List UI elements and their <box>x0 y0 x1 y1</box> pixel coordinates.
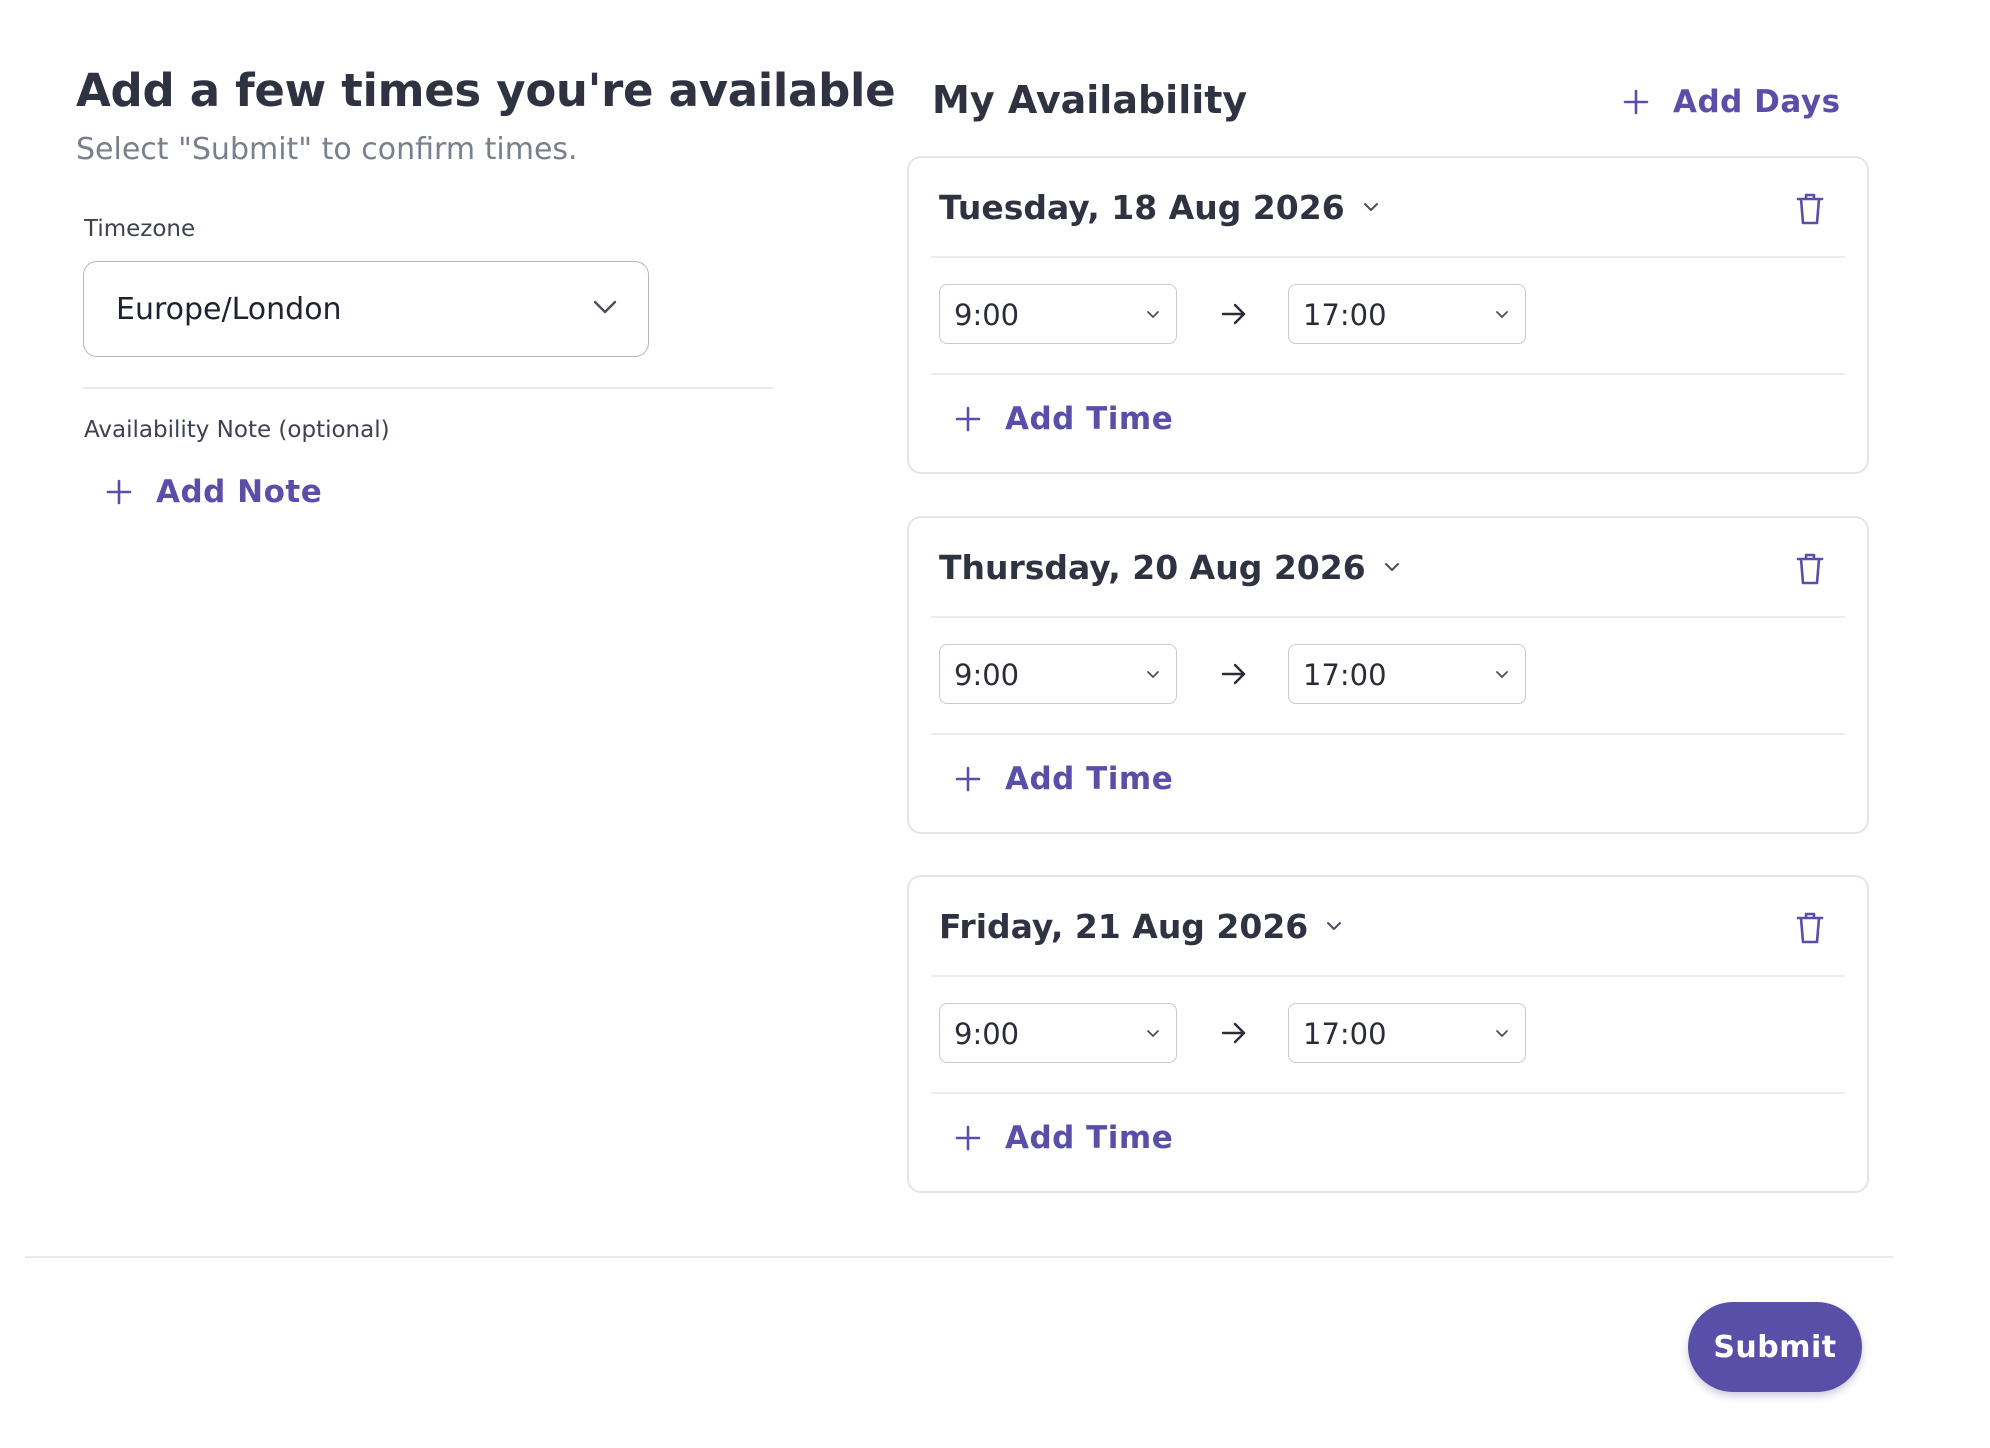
day-card: Tuesday, 18 Aug 2026 9:00 17:00 Add Time <box>907 156 1869 474</box>
chevron-down-icon <box>1327 922 1342 930</box>
add-days-label: Add Days <box>1673 84 1841 120</box>
add-time-label: Add Time <box>1005 1120 1174 1156</box>
plus-icon <box>955 406 981 432</box>
add-note-button[interactable]: Add Note <box>106 474 322 510</box>
arrow-right-icon <box>1221 303 1246 325</box>
add-time-label: Add Time <box>1005 401 1174 437</box>
chevron-down-icon <box>593 300 617 314</box>
chevron-down-icon <box>1147 1030 1159 1037</box>
timezone-value: Europe/London <box>116 292 342 327</box>
card-divider <box>931 1092 1845 1094</box>
card-divider <box>931 975 1845 977</box>
timezone-select[interactable]: Europe/London <box>83 261 649 357</box>
availability-note-label: Availability Note (optional) <box>84 417 390 443</box>
day-card: Thursday, 20 Aug 2026 9:00 17:00 Add Tim… <box>907 516 1869 834</box>
add-time-label: Add Time <box>1005 761 1174 797</box>
chevron-down-icon <box>1363 203 1378 211</box>
timezone-label: Timezone <box>84 216 196 242</box>
chevron-down-icon <box>1147 671 1159 678</box>
trash-icon[interactable] <box>1795 552 1825 586</box>
card-divider <box>931 733 1845 735</box>
day-date: Friday, 21 Aug 2026 <box>939 907 1309 946</box>
chevron-down-icon <box>1496 671 1508 678</box>
plus-icon <box>1623 89 1649 115</box>
submit-button[interactable]: Submit <box>1688 1302 1862 1392</box>
card-divider <box>931 616 1845 618</box>
end-time-value: 17:00 <box>1303 298 1387 332</box>
day-date-dropdown[interactable]: Friday, 21 Aug 2026 <box>939 907 1342 946</box>
card-divider <box>931 373 1845 375</box>
trash-icon[interactable] <box>1795 911 1825 945</box>
add-time-button[interactable]: Add Time <box>955 401 1173 437</box>
chevron-down-icon <box>1496 311 1508 318</box>
chevron-down-icon <box>1384 563 1399 571</box>
start-time-select[interactable]: 9:00 <box>939 644 1177 704</box>
chevron-down-icon <box>1147 311 1159 318</box>
end-time-select[interactable]: 17:00 <box>1288 1003 1526 1063</box>
arrow-right-icon <box>1221 1022 1246 1044</box>
day-date: Tuesday, 18 Aug 2026 <box>939 188 1345 227</box>
day-card: Friday, 21 Aug 2026 9:00 17:00 Add Time <box>907 875 1869 1193</box>
start-time-value: 9:00 <box>954 298 1020 332</box>
left-divider <box>83 387 773 389</box>
start-time-value: 9:00 <box>954 1017 1020 1051</box>
day-date-dropdown[interactable]: Tuesday, 18 Aug 2026 <box>939 188 1379 227</box>
page-subtitle: Select "Submit" to confirm times. <box>76 132 578 167</box>
add-note-label: Add Note <box>156 474 323 510</box>
add-time-button[interactable]: Add Time <box>955 761 1173 797</box>
my-availability-title: My Availability <box>932 78 1248 122</box>
plus-icon <box>955 766 981 792</box>
chevron-down-icon <box>1496 1030 1508 1037</box>
add-time-button[interactable]: Add Time <box>955 1120 1173 1156</box>
start-time-value: 9:00 <box>954 658 1020 692</box>
plus-icon <box>106 479 132 505</box>
trash-icon[interactable] <box>1795 192 1825 226</box>
day-date-dropdown[interactable]: Thursday, 20 Aug 2026 <box>939 548 1400 587</box>
add-days-button[interactable]: Add Days <box>1623 84 1841 120</box>
arrow-right-icon <box>1221 663 1246 685</box>
end-time-value: 17:00 <box>1303 1017 1387 1051</box>
start-time-select[interactable]: 9:00 <box>939 1003 1177 1063</box>
page-title: Add a few times you're available <box>76 64 896 117</box>
end-time-select[interactable]: 17:00 <box>1288 284 1526 344</box>
start-time-select[interactable]: 9:00 <box>939 284 1177 344</box>
end-time-select[interactable]: 17:00 <box>1288 644 1526 704</box>
plus-icon <box>955 1125 981 1151</box>
footer-divider <box>25 1256 1893 1258</box>
day-date: Thursday, 20 Aug 2026 <box>939 548 1366 587</box>
card-divider <box>931 256 1845 258</box>
end-time-value: 17:00 <box>1303 658 1387 692</box>
